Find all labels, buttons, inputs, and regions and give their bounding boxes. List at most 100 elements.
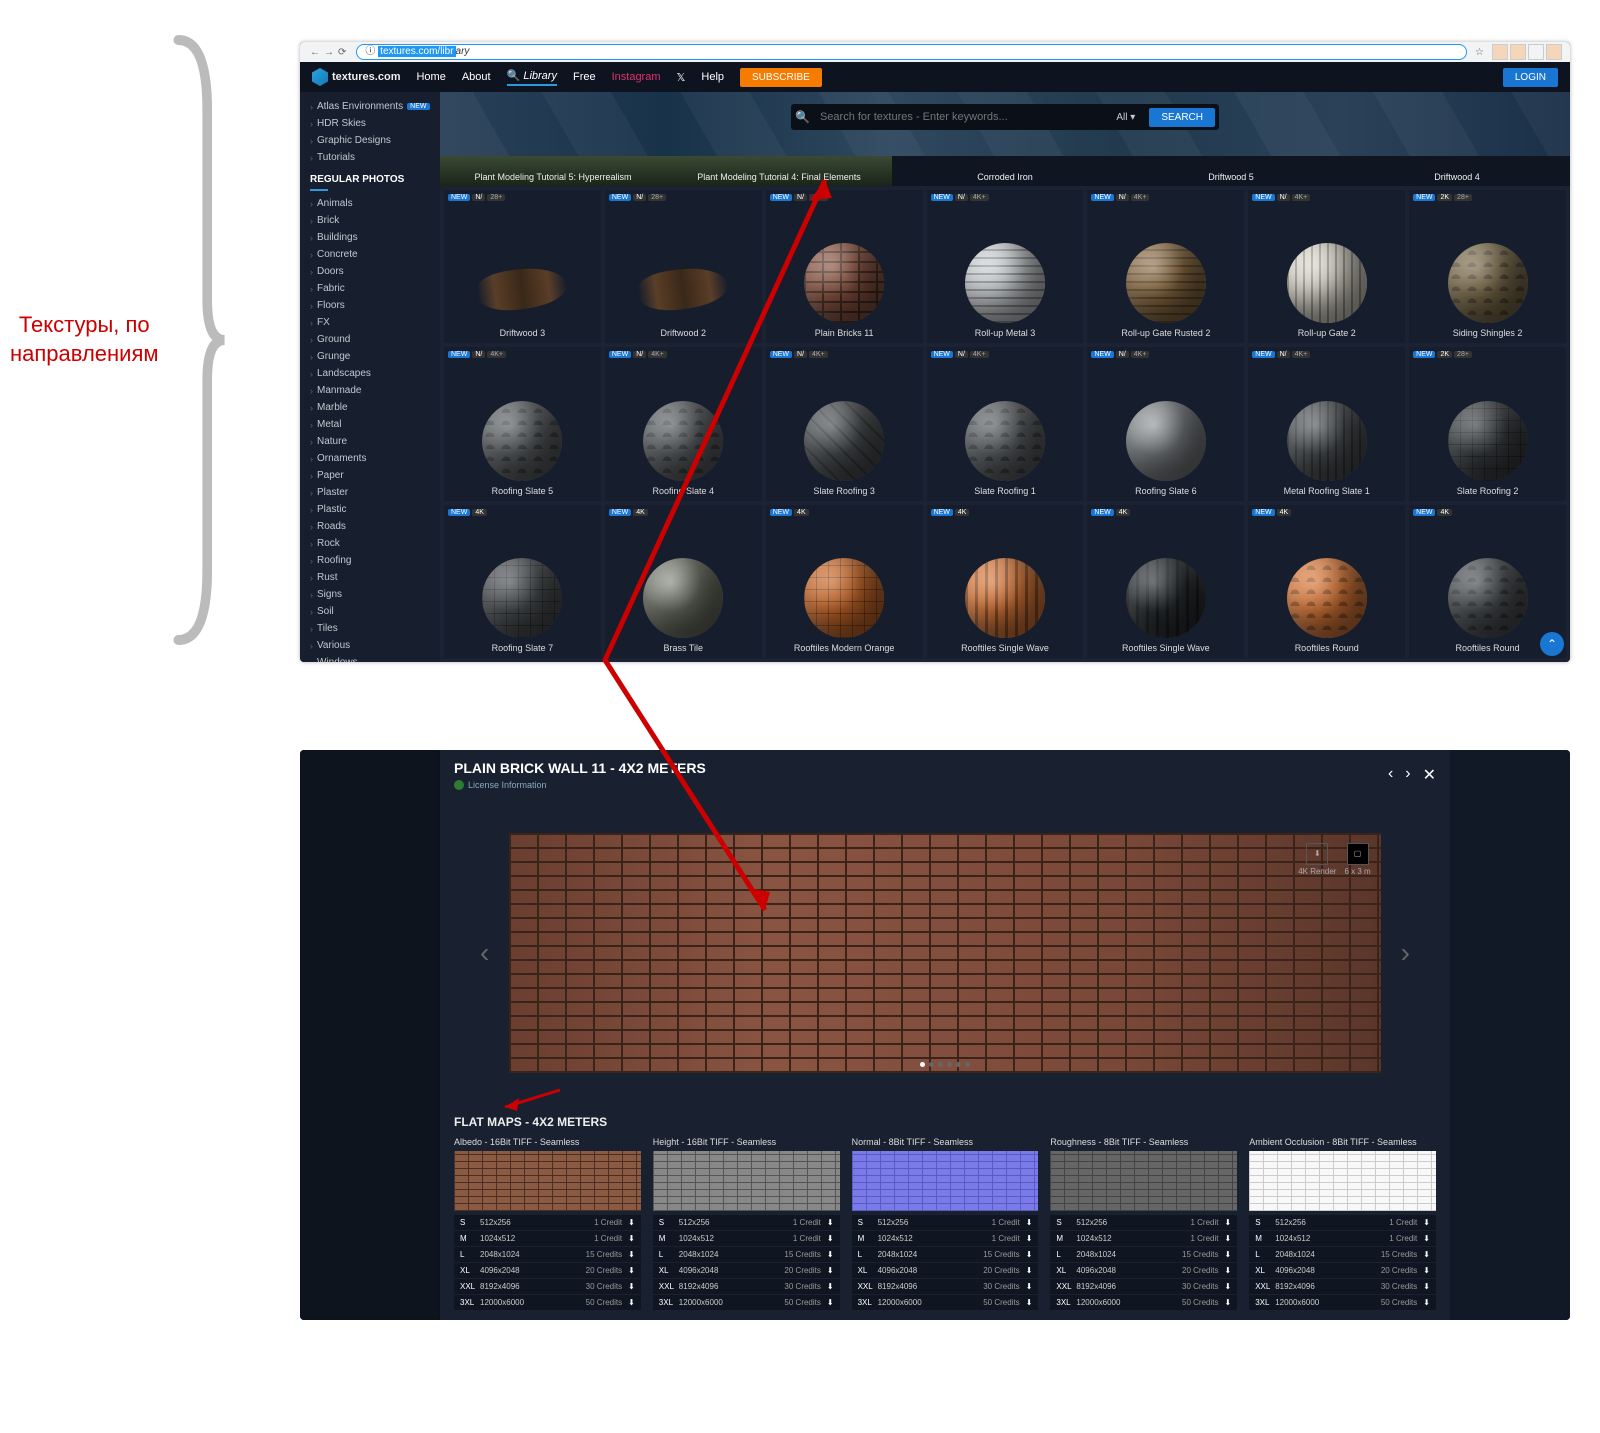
- download-size-row[interactable]: S512x2561 Credit⬇: [653, 1215, 840, 1230]
- download-size-row[interactable]: XL4096x204820 Credits⬇: [454, 1263, 641, 1278]
- download-size-row[interactable]: L2048x102415 Credits⬇: [1050, 1247, 1237, 1262]
- texture-tile[interactable]: NEW4KRooftiles Modern Orange: [766, 505, 923, 658]
- download-size-row[interactable]: 3XL12000x600050 Credits⬇: [852, 1295, 1039, 1310]
- sidebar-item[interactable]: Roads: [300, 518, 440, 535]
- download-size-row[interactable]: L2048x102415 Credits⬇: [852, 1247, 1039, 1262]
- download-size-row[interactable]: M1024x5121 Credit⬇: [454, 1231, 641, 1246]
- map-thumbnail[interactable]: [852, 1151, 1039, 1211]
- sidebar-item[interactable]: Roofing: [300, 552, 440, 569]
- map-thumbnail[interactable]: [653, 1151, 840, 1211]
- login-button[interactable]: LOGIN: [1503, 68, 1558, 87]
- sidebar-item[interactable]: Paper: [300, 467, 440, 484]
- subscribe-button[interactable]: SUBSCRIBE: [740, 68, 822, 87]
- download-size-row[interactable]: S512x2561 Credit⬇: [1249, 1215, 1436, 1230]
- texture-tile[interactable]: NEWN/4K+Roofing Slate 5: [444, 347, 601, 500]
- sidebar-item[interactable]: Various: [300, 637, 440, 654]
- download-size-row[interactable]: M1024x5121 Credit⬇: [653, 1231, 840, 1246]
- sidebar-item[interactable]: Rock: [300, 535, 440, 552]
- sidebar-item[interactable]: Floors: [300, 297, 440, 314]
- site-logo[interactable]: textures.com: [312, 68, 400, 86]
- hero-tile[interactable]: Driftwood 4: [1344, 156, 1570, 186]
- download-size-row[interactable]: XXL8192x409630 Credits⬇: [1249, 1279, 1436, 1294]
- download-size-row[interactable]: S512x2561 Credit⬇: [454, 1215, 641, 1230]
- sidebar-item[interactable]: Animals: [300, 195, 440, 212]
- map-thumbnail[interactable]: [1050, 1151, 1237, 1211]
- texture-tile[interactable]: NEW4KBrass Tile: [605, 505, 762, 658]
- texture-tile[interactable]: NEWN/28+Driftwood 3: [444, 190, 601, 343]
- search-filter-all[interactable]: All ▾: [1110, 112, 1141, 123]
- download-size-row[interactable]: L2048x102415 Credits⬇: [454, 1247, 641, 1262]
- nav-home[interactable]: Home: [416, 71, 445, 83]
- sidebar-item[interactable]: Grunge: [300, 348, 440, 365]
- download-size-row[interactable]: XXL8192x409630 Credits⬇: [1050, 1279, 1237, 1294]
- download-size-row[interactable]: 3XL12000x600050 Credits⬇: [653, 1295, 840, 1310]
- sidebar-item[interactable]: Fabric: [300, 280, 440, 297]
- download-size-row[interactable]: XXL8192x409630 Credits⬇: [454, 1279, 641, 1294]
- download-size-row[interactable]: S512x2561 Credit⬇: [1050, 1215, 1237, 1230]
- hero-tile[interactable]: Plant Modeling Tutorial 5: Hyperrealism: [440, 156, 666, 186]
- preview-prev-icon[interactable]: ‹: [480, 937, 489, 969]
- close-icon[interactable]: ✕: [1423, 765, 1436, 785]
- sidebar-item[interactable]: Marble: [300, 399, 440, 416]
- download-size-row[interactable]: 3XL12000x600050 Credits⬇: [1249, 1295, 1436, 1310]
- scroll-top-button[interactable]: ⌃: [1540, 632, 1564, 656]
- nav-instagram[interactable]: Instagram: [612, 71, 661, 83]
- download-size-row[interactable]: XL4096x204820 Credits⬇: [653, 1263, 840, 1278]
- search-button[interactable]: SEARCH: [1149, 108, 1215, 127]
- nav-free[interactable]: Free: [573, 71, 596, 83]
- next-texture-icon[interactable]: ›: [1405, 765, 1410, 785]
- download-size-row[interactable]: XXL8192x409630 Credits⬇: [852, 1279, 1039, 1294]
- url-bar[interactable]: ⓘ textures.com/library: [356, 44, 1467, 60]
- texture-tile[interactable]: NEW4KRooftiles Single Wave: [1087, 505, 1244, 658]
- sidebar-item[interactable]: Manmade: [300, 382, 440, 399]
- map-thumbnail[interactable]: [454, 1151, 641, 1211]
- download-size-row[interactable]: M1024x5121 Credit⬇: [1249, 1231, 1436, 1246]
- download-size-row[interactable]: XL4096x204820 Credits⬇: [1249, 1263, 1436, 1278]
- sidebar-item[interactable]: Tutorials: [300, 149, 440, 166]
- star-icon[interactable]: ☆: [1475, 47, 1484, 58]
- download-size-row[interactable]: XXL8192x409630 Credits⬇: [653, 1279, 840, 1294]
- dimension-box[interactable]: ▢6 x 3 m: [1344, 843, 1370, 876]
- sidebar-item[interactable]: Windows: [300, 654, 440, 662]
- download-size-row[interactable]: L2048x102415 Credits⬇: [653, 1247, 840, 1262]
- texture-tile[interactable]: NEW4KRooftiles Single Wave: [927, 505, 1084, 658]
- download-size-row[interactable]: M1024x5121 Credit⬇: [852, 1231, 1039, 1246]
- texture-tile[interactable]: NEW2K28+Siding Shingles 2: [1409, 190, 1566, 343]
- sidebar-item[interactable]: Plastic: [300, 501, 440, 518]
- hero-tile[interactable]: Plant Modeling Tutorial 4: Final Element…: [666, 156, 892, 186]
- texture-tile[interactable]: NEWN/4K+Roofing Slate 6: [1087, 347, 1244, 500]
- download-size-row[interactable]: S512x2561 Credit⬇: [852, 1215, 1039, 1230]
- nav-help[interactable]: Help: [701, 71, 724, 83]
- sidebar-item[interactable]: Doors: [300, 263, 440, 280]
- texture-tile[interactable]: NEWN/4K+Roll-up Gate 2: [1248, 190, 1405, 343]
- preview-next-icon[interactable]: ›: [1401, 937, 1410, 969]
- download-size-row[interactable]: M1024x5121 Credit⬇: [1050, 1231, 1237, 1246]
- download-size-row[interactable]: XL4096x204820 Credits⬇: [1050, 1263, 1237, 1278]
- sidebar-item[interactable]: Soil: [300, 603, 440, 620]
- texture-tile[interactable]: NEWN/4K+Roll-up Gate Rusted 2: [1087, 190, 1244, 343]
- hero-tile[interactable]: Driftwood 5: [1118, 156, 1344, 186]
- sidebar-item[interactable]: Ornaments: [300, 450, 440, 467]
- sidebar-item[interactable]: Atlas Environments NEW: [300, 98, 440, 115]
- download-size-row[interactable]: 3XL12000x600050 Credits⬇: [1050, 1295, 1237, 1310]
- map-thumbnail[interactable]: [1249, 1151, 1436, 1211]
- texture-tile[interactable]: NEWN/4K+Slate Roofing 1: [927, 347, 1084, 500]
- texture-tile[interactable]: NEWN/4K+Slate Roofing 3: [766, 347, 923, 500]
- texture-tile[interactable]: NEW4KRoofing Slate 7: [444, 505, 601, 658]
- download-size-row[interactable]: XL4096x204820 Credits⬇: [852, 1263, 1039, 1278]
- sidebar-item[interactable]: HDR Skies: [300, 115, 440, 132]
- texture-tile[interactable]: NEWN/4K+Metal Roofing Slate 1: [1248, 347, 1405, 500]
- sidebar-item[interactable]: FX: [300, 314, 440, 331]
- texture-tile[interactable]: NEW4KRooftiles Round: [1248, 505, 1405, 658]
- download-size-row[interactable]: 3XL12000x600050 Credits⬇: [454, 1295, 641, 1310]
- sidebar-item[interactable]: Nature: [300, 433, 440, 450]
- sidebar-item[interactable]: Rust: [300, 569, 440, 586]
- download-size-row[interactable]: L2048x102415 Credits⬇: [1249, 1247, 1436, 1262]
- sidebar-item[interactable]: Concrete: [300, 246, 440, 263]
- texture-tile[interactable]: NEWN/4K+Roofing Slate 4: [605, 347, 762, 500]
- sidebar-item[interactable]: Metal: [300, 416, 440, 433]
- sidebar-item[interactable]: Buildings: [300, 229, 440, 246]
- sidebar-item[interactable]: Brick: [300, 212, 440, 229]
- sidebar-item[interactable]: Landscapes: [300, 365, 440, 382]
- sidebar-item[interactable]: Ground: [300, 331, 440, 348]
